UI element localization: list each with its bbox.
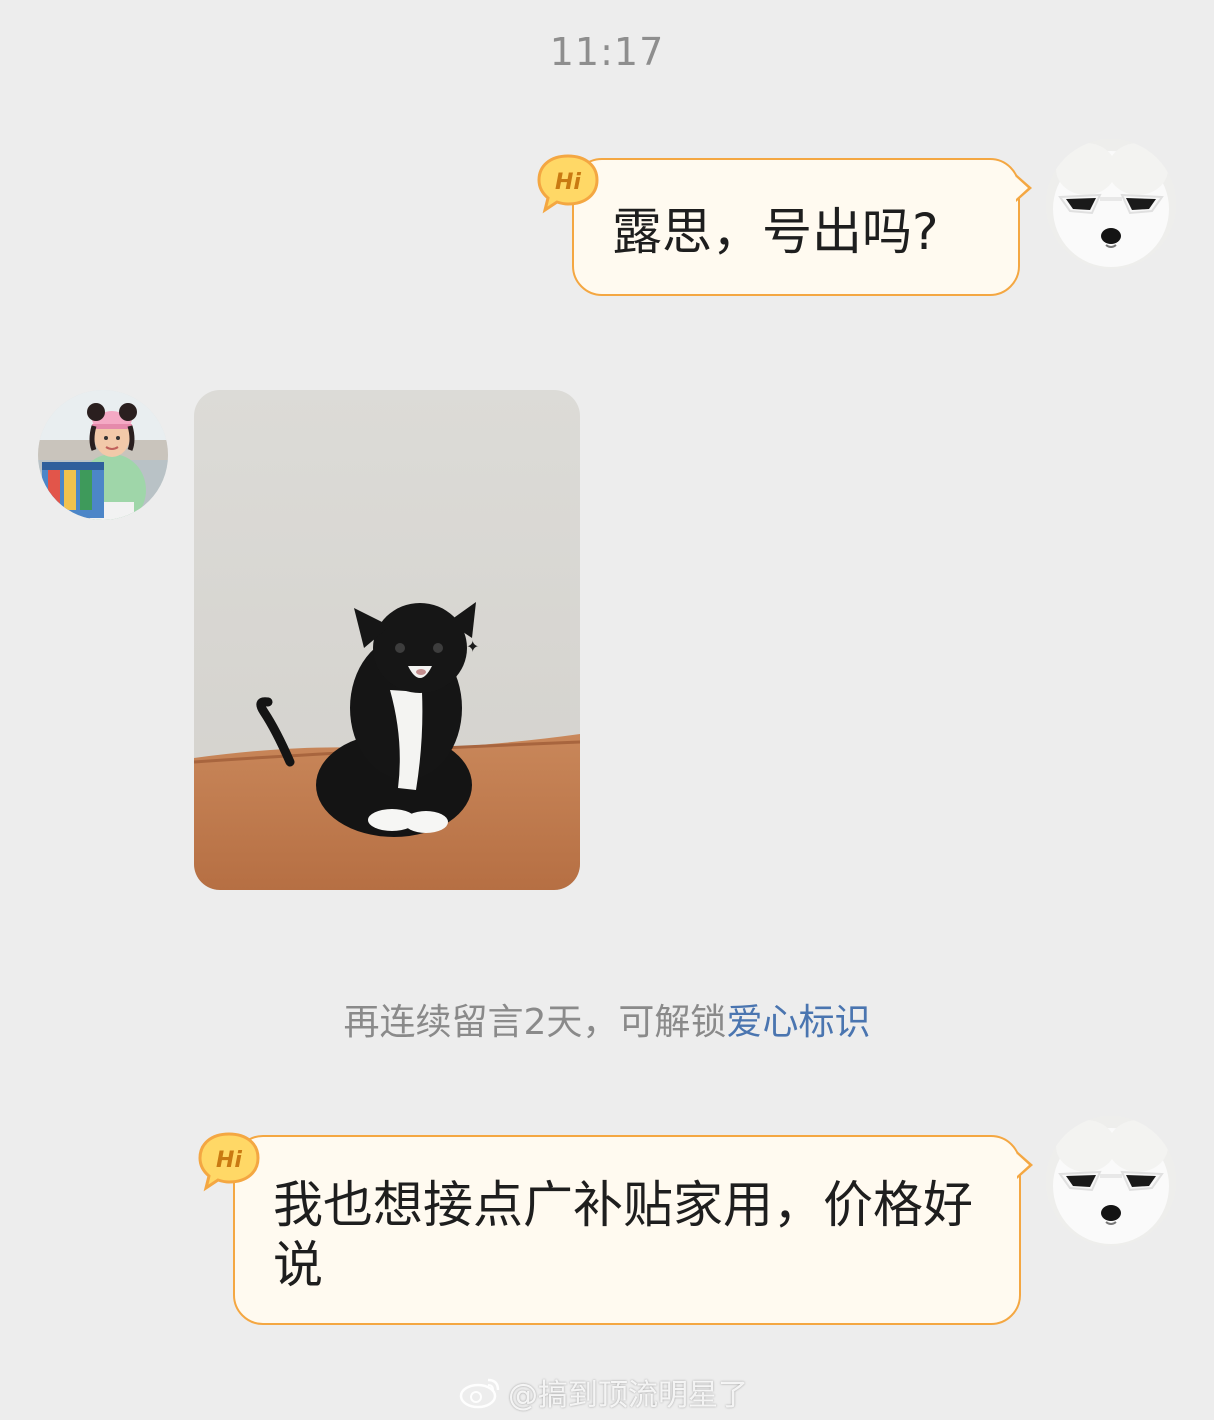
notice-text: 再连续留言2天，可解锁 (343, 1002, 727, 1043)
svg-text:Hi: Hi (555, 170, 581, 195)
shared-cat-photo[interactable]: ✦ (194, 390, 580, 890)
contact-avatar[interactable] (38, 390, 168, 520)
weibo-logo-icon (459, 1378, 500, 1409)
message-timestamp: 11:17 (549, 30, 665, 74)
message-text: 露思，号出吗? (612, 203, 939, 261)
weibo-watermark: @搞到顶流明星了 (458, 1370, 748, 1414)
heart-badge-link[interactable]: 爱心标识 (726, 1002, 870, 1043)
hi-badge-icon: Hi (196, 1130, 262, 1192)
message-text: 我也想接点广补贴家用，价格好说 (273, 1176, 973, 1294)
my-avatar[interactable] (1046, 139, 1176, 269)
outgoing-message-bubble[interactable]: 露思，号出吗? (572, 158, 1032, 296)
watermark-text: @搞到顶流明星了 (508, 1378, 748, 1413)
hi-badge-icon: Hi (535, 152, 601, 214)
my-avatar[interactable] (1046, 1116, 1176, 1246)
svg-text:✦: ✦ (466, 637, 479, 656)
outgoing-message-bubble[interactable]: 我也想接点广补贴家用，价格好说 (233, 1135, 1033, 1325)
unlock-heart-badge-notice: 再连续留言2天，可解锁爱心标识 (0, 993, 1214, 1045)
svg-text:Hi: Hi (216, 1148, 242, 1173)
